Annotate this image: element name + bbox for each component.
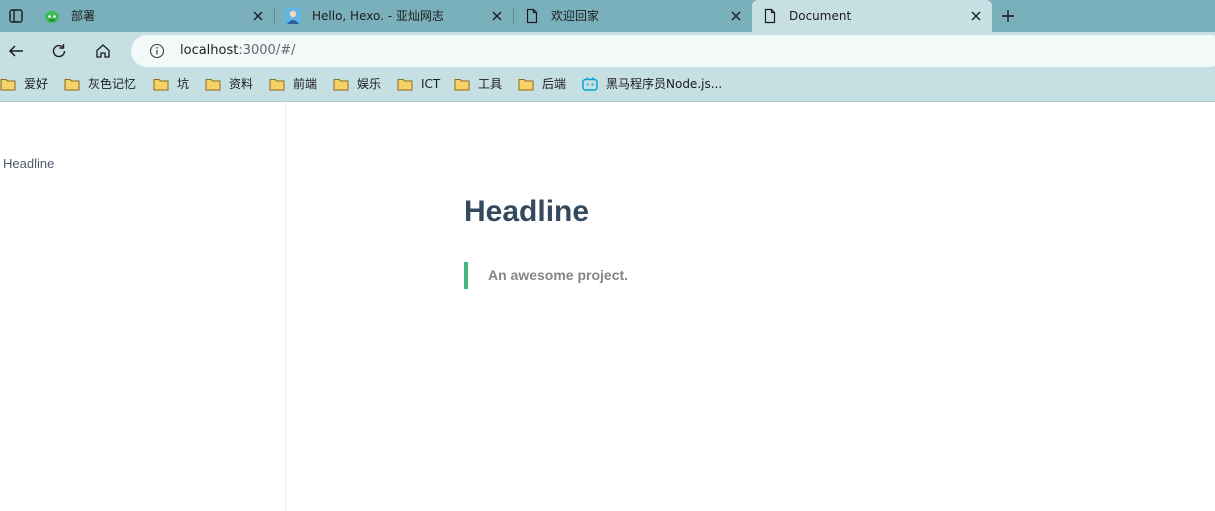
close-icon[interactable] bbox=[250, 8, 266, 24]
navigation-toolbar: localhost:3000/#/ bbox=[0, 32, 1215, 70]
page-viewport: Headline Headline An awesome project. bbox=[0, 102, 1215, 511]
folder-icon bbox=[454, 77, 470, 91]
bookmark-label: 前端 bbox=[293, 77, 318, 91]
blockquote: An awesome project. bbox=[464, 262, 628, 289]
folder-icon bbox=[333, 77, 349, 91]
tab-title: Document bbox=[789, 9, 852, 23]
bookmark-label: 灰色记忆 bbox=[88, 77, 137, 91]
info-icon[interactable] bbox=[149, 43, 165, 59]
reload-button[interactable] bbox=[45, 38, 73, 64]
tab-actions-button[interactable] bbox=[0, 0, 32, 32]
close-icon[interactable] bbox=[968, 8, 984, 24]
url-text[interactable]: localhost:3000/#/ bbox=[180, 43, 295, 59]
folder-icon bbox=[205, 77, 221, 91]
document-icon bbox=[524, 8, 540, 24]
avatar-icon bbox=[285, 8, 301, 24]
new-tab-button[interactable] bbox=[996, 4, 1020, 28]
tab-hexo[interactable]: Hello, Hexo. - 亚灿网志 bbox=[275, 0, 513, 32]
folder-icon bbox=[64, 77, 80, 91]
sidebar-item-headline[interactable]: Headline bbox=[3, 156, 54, 172]
back-button[interactable] bbox=[2, 38, 30, 64]
bookmark-folder-backend[interactable]: 后端 bbox=[518, 75, 566, 93]
bookmark-label: 工具 bbox=[478, 77, 503, 91]
bookmarks-bar: 爱好 灰色记忆 坑 资料 前端 娱乐 ICT 工具 后端 黑马程序员Node.j… bbox=[0, 70, 1215, 98]
bookmark-label: ICT bbox=[421, 77, 441, 91]
bookmark-label: 爱好 bbox=[24, 77, 49, 91]
bookmark-folder-ict[interactable]: ICT bbox=[397, 75, 440, 93]
tab-document[interactable]: Document bbox=[752, 0, 992, 32]
home-icon bbox=[96, 44, 110, 58]
tab-title: Hello, Hexo. - 亚灿网志 bbox=[312, 9, 444, 23]
bookmark-folder-materials[interactable]: 资料 bbox=[205, 75, 253, 93]
url-path: :3000/#/ bbox=[238, 43, 296, 58]
close-icon[interactable] bbox=[489, 8, 505, 24]
tab-deploy[interactable]: 部署 bbox=[34, 0, 274, 32]
tab-title: 欢迎回家 bbox=[551, 9, 600, 23]
folder-icon bbox=[518, 77, 534, 91]
blockquote-text: An awesome project. bbox=[488, 267, 629, 283]
folder-icon bbox=[0, 77, 16, 91]
bookmark-label: 后端 bbox=[542, 77, 567, 91]
tab-welcome-home[interactable]: 欢迎回家 bbox=[514, 0, 752, 32]
tab-title: 部署 bbox=[71, 9, 96, 23]
plus-icon bbox=[1002, 10, 1014, 22]
bilibili-icon bbox=[582, 77, 598, 91]
bookmark-label: 娱乐 bbox=[357, 77, 382, 91]
main-content: Headline An awesome project. bbox=[287, 102, 1215, 511]
bookmark-folder-hobby[interactable]: 爱好 bbox=[0, 75, 48, 93]
bookmark-folder-pit[interactable]: 坑 bbox=[153, 75, 189, 93]
reload-icon bbox=[52, 44, 66, 58]
bookmark-folder-entertainment[interactable]: 娱乐 bbox=[333, 75, 381, 93]
bookmark-label: 资料 bbox=[229, 77, 254, 91]
close-icon[interactable] bbox=[728, 8, 744, 24]
browser-window: 部署 Hello, Hexo. - 亚灿网志 欢迎回家 Document loc… bbox=[0, 0, 1215, 511]
document-icon bbox=[762, 8, 778, 24]
sidebar: Headline bbox=[0, 102, 286, 511]
bookmark-label: 黑马程序员Node.js... bbox=[606, 77, 723, 91]
tab-strip: 部署 Hello, Hexo. - 亚灿网志 欢迎回家 Document bbox=[0, 0, 1215, 32]
folder-icon bbox=[269, 77, 285, 91]
url-host: localhost bbox=[180, 43, 239, 58]
bookmark-folder-tools[interactable]: 工具 bbox=[454, 75, 502, 93]
bookmark-label: 坑 bbox=[177, 77, 190, 91]
tab-actions-icon bbox=[9, 9, 23, 23]
bookmark-folder-frontend[interactable]: 前端 bbox=[269, 75, 317, 93]
bookmark-folder-gray-memory[interactable]: 灰色记忆 bbox=[64, 75, 136, 93]
home-button[interactable] bbox=[89, 38, 117, 64]
page-title: Headline bbox=[464, 195, 590, 228]
folder-icon bbox=[397, 77, 413, 91]
back-arrow-icon bbox=[8, 45, 23, 57]
bookmark-heima-nodejs[interactable]: 黑马程序员Node.js... bbox=[582, 75, 722, 93]
address-bar[interactable]: localhost:3000/#/ bbox=[131, 35, 1215, 67]
folder-icon bbox=[153, 77, 169, 91]
green-mascot-icon bbox=[44, 8, 60, 24]
